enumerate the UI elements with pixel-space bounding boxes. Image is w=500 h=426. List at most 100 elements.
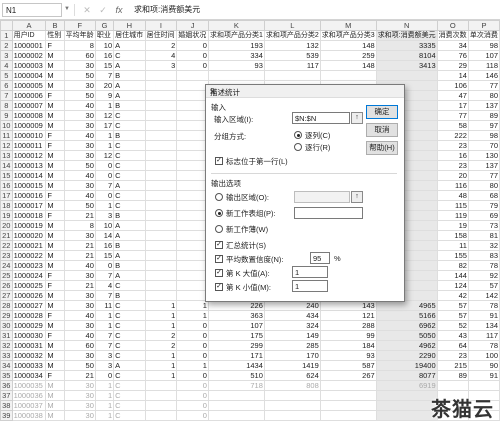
table-cell[interactable]: 89 bbox=[467, 110, 500, 121]
table-cell[interactable] bbox=[144, 70, 178, 81]
row-header[interactable]: 14 bbox=[0, 160, 13, 171]
table-cell[interactable]: 1000037 bbox=[11, 400, 47, 411]
table-cell[interactable]: 30 bbox=[63, 300, 96, 311]
table-cell[interactable]: 40 bbox=[63, 310, 96, 321]
table-cell[interactable]: A bbox=[113, 220, 146, 231]
table-cell[interactable]: 1 bbox=[94, 310, 115, 321]
table-cell[interactable] bbox=[176, 180, 209, 191]
table-cell[interactable]: 808 bbox=[263, 380, 321, 391]
table-cell[interactable] bbox=[263, 390, 321, 401]
row-header[interactable]: 27 bbox=[0, 290, 13, 301]
table-cell[interactable]: 1000022 bbox=[11, 250, 47, 261]
table-cell[interactable]: F bbox=[45, 90, 65, 101]
field-header-cell[interactable]: 求和项产品分类3 bbox=[319, 30, 377, 41]
table-cell[interactable]: 16 bbox=[94, 240, 115, 251]
row-header[interactable]: 22 bbox=[0, 240, 13, 251]
table-cell[interactable]: 40 bbox=[63, 130, 96, 141]
table-cell[interactable]: 1000027 bbox=[11, 300, 47, 311]
table-cell[interactable]: 57 bbox=[436, 300, 469, 311]
table-cell[interactable]: 118 bbox=[467, 60, 500, 71]
table-cell[interactable] bbox=[263, 400, 321, 411]
table-cell[interactable]: C bbox=[113, 160, 146, 171]
table-cell[interactable] bbox=[319, 70, 377, 81]
table-cell[interactable] bbox=[144, 90, 178, 101]
table-cell[interactable]: 240 bbox=[263, 300, 321, 311]
table-cell[interactable] bbox=[176, 70, 209, 81]
table-cell[interactable]: 30 bbox=[63, 60, 96, 71]
row-header[interactable]: 33 bbox=[0, 350, 13, 361]
row-header[interactable]: 20 bbox=[0, 220, 13, 231]
row-header[interactable]: 34 bbox=[0, 360, 13, 371]
table-cell[interactable]: M bbox=[45, 220, 65, 231]
table-cell[interactable]: C bbox=[113, 150, 146, 161]
table-cell[interactable]: 1000002 bbox=[11, 50, 47, 61]
table-cell[interactable]: A bbox=[113, 250, 146, 261]
table-cell[interactable]: 1 bbox=[94, 400, 115, 411]
table-cell[interactable]: B bbox=[113, 260, 146, 271]
table-cell[interactable]: C bbox=[113, 200, 146, 211]
table-cell[interactable]: M bbox=[45, 120, 65, 131]
field-header-cell[interactable]: 消费次数 bbox=[436, 30, 469, 41]
table-cell[interactable]: C bbox=[113, 330, 146, 341]
table-cell[interactable]: 12 bbox=[94, 110, 115, 121]
table-cell[interactable]: 1000035 bbox=[11, 380, 47, 391]
table-cell[interactable]: M bbox=[45, 200, 65, 211]
table-cell[interactable]: 1000031 bbox=[11, 340, 47, 351]
row-header[interactable]: 3 bbox=[0, 50, 13, 61]
table-cell[interactable]: 1000003 bbox=[11, 60, 47, 71]
table-cell[interactable]: 80 bbox=[467, 90, 500, 101]
table-cell[interactable]: 3 bbox=[144, 60, 178, 71]
table-cell[interactable]: M bbox=[45, 240, 65, 251]
table-cell[interactable]: 155 bbox=[436, 250, 469, 261]
table-cell[interactable]: 6962 bbox=[375, 320, 438, 331]
table-cell[interactable]: C bbox=[113, 120, 146, 131]
table-cell[interactable]: 7 bbox=[94, 340, 115, 351]
table-cell[interactable]: M bbox=[45, 320, 65, 331]
table-cell[interactable]: 587 bbox=[319, 360, 377, 371]
table-cell[interactable]: 0 bbox=[94, 190, 115, 201]
table-cell[interactable] bbox=[176, 80, 209, 91]
table-cell[interactable]: 58 bbox=[436, 120, 469, 131]
row-header[interactable]: 17 bbox=[0, 190, 13, 201]
new-workbook-radio[interactable] bbox=[215, 225, 223, 233]
table-cell[interactable]: 30 bbox=[63, 270, 96, 281]
table-cell[interactable]: 8104 bbox=[375, 50, 438, 61]
table-cell[interactable]: 69 bbox=[467, 210, 500, 221]
table-cell[interactable]: 285 bbox=[263, 340, 321, 351]
kth-largest-field[interactable]: 1 bbox=[292, 266, 328, 278]
table-cell[interactable] bbox=[144, 410, 178, 421]
table-cell[interactable]: 1000026 bbox=[11, 290, 47, 301]
table-cell[interactable]: 30 bbox=[63, 390, 96, 401]
table-cell[interactable]: 91 bbox=[467, 370, 500, 381]
table-cell[interactable]: F bbox=[45, 270, 65, 281]
field-header-cell[interactable]: 性别 bbox=[45, 30, 65, 41]
table-cell[interactable]: C bbox=[113, 170, 146, 181]
table-cell[interactable]: 7 bbox=[94, 180, 115, 191]
column-header-a[interactable]: A bbox=[11, 20, 47, 31]
row-header[interactable]: 30 bbox=[0, 320, 13, 331]
table-cell[interactable]: F bbox=[45, 330, 65, 341]
table-cell[interactable]: 0 bbox=[176, 400, 209, 411]
field-header-cell[interactable]: 居住时间 bbox=[144, 30, 178, 41]
table-cell[interactable]: 1000024 bbox=[11, 270, 47, 281]
confidence-level-field[interactable]: 95 bbox=[310, 252, 330, 264]
table-cell[interactable]: 158 bbox=[436, 230, 469, 241]
table-cell[interactable]: 19 bbox=[436, 220, 469, 231]
table-cell[interactable] bbox=[144, 150, 178, 161]
table-cell[interactable]: 30 bbox=[63, 140, 96, 151]
table-cell[interactable]: M bbox=[45, 380, 65, 391]
table-cell[interactable]: 1000004 bbox=[11, 70, 47, 81]
table-cell[interactable] bbox=[375, 70, 438, 81]
table-cell[interactable]: 98 bbox=[467, 130, 500, 141]
table-cell[interactable] bbox=[176, 120, 209, 131]
table-cell[interactable] bbox=[176, 160, 209, 171]
table-cell[interactable] bbox=[263, 410, 321, 421]
table-cell[interactable]: 15 bbox=[94, 250, 115, 261]
table-cell[interactable]: 363 bbox=[207, 310, 265, 321]
table-cell[interactable]: 4 bbox=[144, 50, 178, 61]
table-cell[interactable] bbox=[144, 240, 178, 251]
table-cell[interactable]: 92 bbox=[467, 270, 500, 281]
table-cell[interactable]: 21 bbox=[63, 280, 96, 291]
table-cell[interactable]: F bbox=[45, 280, 65, 291]
table-cell[interactable]: 21 bbox=[63, 370, 96, 381]
